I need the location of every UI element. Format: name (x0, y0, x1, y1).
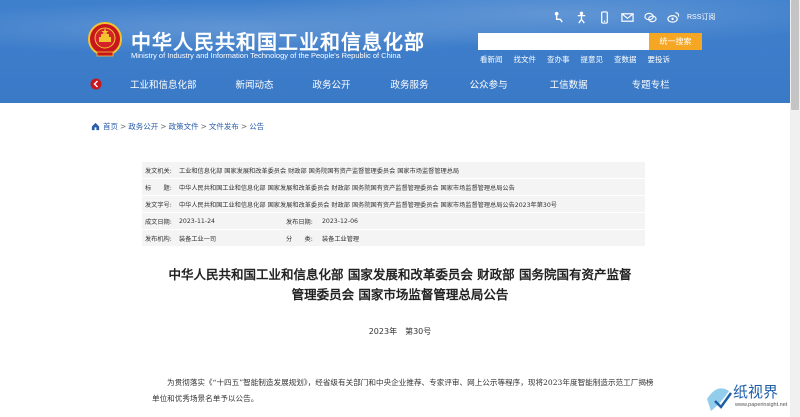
nav-item-miit[interactable]: 工业和信息化部 (130, 77, 197, 91)
breadcrumb-announcement[interactable]: 公告 (249, 121, 264, 132)
accessibility-icon[interactable] (570, 9, 592, 25)
document-number: 2023年 第30号 (368, 327, 432, 336)
breadcrumb-separator: > (120, 122, 127, 131)
document-info-table: 发文机关: 工业和信息化部 国家发展和改革委员会 财政部 国务院国有资产监督管理… (142, 162, 645, 247)
rss-link[interactable]: RSS订阅 (687, 12, 715, 22)
nav-item-services[interactable]: 政务服务 (391, 77, 429, 91)
quicklink-services[interactable]: 查办事 (547, 54, 570, 65)
info-row-dates: 成文日期: 2023-11-24 发布日期: 2023-12-06 (142, 213, 645, 230)
quicklink-news[interactable]: 看新闻 (480, 54, 503, 65)
breadcrumb: 首页 > 政务公开 > 政策文件 > 文件发布 > 公告 (91, 121, 264, 132)
home-icon (91, 122, 100, 131)
breadcrumb-public-affairs[interactable]: 政务公开 (128, 121, 158, 132)
search-input[interactable] (478, 33, 649, 50)
mobile-icon[interactable] (593, 9, 615, 25)
info-label: 发布日期: (286, 218, 313, 226)
breadcrumb-file-release[interactable]: 文件发布 (209, 121, 239, 132)
weibo-icon[interactable] (662, 9, 684, 25)
watermark-url: www.paperinsight.net (735, 402, 788, 408)
nav-item-topics[interactable]: 专题专栏 (632, 77, 670, 91)
info-label: 发布机构: (145, 235, 172, 243)
document-title: 中华人民共和国工业和信息化部 国家发展和改革委员会 财政部 国务院国有资产监督 … (120, 265, 680, 305)
nav-item-data[interactable]: 工信数据 (550, 77, 588, 91)
breadcrumb-separator: > (240, 122, 248, 131)
wheelchair-icon[interactable] (547, 9, 569, 25)
site-subtitle: Ministry of Industry and Information Tec… (131, 51, 401, 60)
scrollbar[interactable] (790, 0, 800, 417)
info-label: 成文日期: (145, 218, 172, 226)
scrollbar-thumb[interactable] (791, 0, 799, 110)
quicklink-complaint[interactable]: 要投诉 (648, 54, 671, 65)
document-title-line: 管理委员会 国家市场监督管理总局公告 (291, 287, 509, 302)
info-value: 中华人民共和国工业和信息化部 国家发展和改革委员会 财政部 国务院国有资产监督管… (179, 184, 515, 192)
info-value: 2023-12-06 (322, 217, 358, 225)
search-button[interactable]: 统一搜索 (649, 33, 702, 50)
wechat-icon[interactable] (639, 9, 661, 25)
info-row-issuer: 发文机关: 工业和信息化部 国家发展和改革委员会 财政部 国务院国有资产监督管理… (142, 162, 645, 179)
info-value: 2023-11-24 (179, 217, 215, 225)
national-emblem-icon (88, 22, 122, 57)
info-value: 工业和信息化部 国家发展和改革委员会 财政部 国务院国有资产监督管理委员会 国家… (179, 167, 460, 175)
watermark-text: 纸视界 (733, 383, 779, 401)
info-value: 中华人民共和国工业和信息化部 国家发展和改革委员会 财政部 国务院国有资产监督管… (179, 201, 557, 209)
mail-icon[interactable] (616, 9, 638, 25)
document-title-line: 中华人民共和国工业和信息化部 国家发展和改革委员会 财政部 国务院国有资产监督 (168, 267, 632, 282)
info-value: 装备工业管理 (322, 235, 360, 243)
quicklink-feedback[interactable]: 提意见 (581, 54, 604, 65)
breadcrumb-separator: > (200, 122, 207, 131)
breadcrumb-home[interactable]: 首页 (103, 121, 118, 132)
info-value: 装备工业一司 (179, 235, 217, 243)
info-row-title: 标 题: 中华人民共和国工业和信息化部 国家发展和改革委员会 财政部 国务院国有… (142, 179, 645, 196)
info-label: 发文字号: (145, 201, 172, 209)
info-row-docno: 发文字号: 中华人民共和国工业和信息化部 国家发展和改革委员会 财政部 国务院国… (142, 196, 645, 213)
breadcrumb-separator: > (160, 122, 167, 131)
quicklink-data[interactable]: 查数据 (614, 54, 637, 65)
nav-item-public-affairs[interactable]: 政务公开 (313, 77, 351, 91)
quick-links: 看新闻 找文件 查办事 提意见 查数据 要投诉 (480, 54, 681, 65)
header-tools: RSS订阅 (547, 9, 715, 25)
info-row-org: 发布机构: 装备工业一司 分 类: 装备工业管理 (142, 230, 645, 247)
back-arrow-icon[interactable] (90, 78, 102, 90)
quicklink-files[interactable]: 找文件 (514, 54, 537, 65)
nav-item-news[interactable]: 新闻动态 (236, 77, 274, 91)
site-header: 中华人民共和国工业和信息化部 Ministry of Industry and … (0, 0, 790, 103)
info-label: 标 题: (145, 184, 172, 192)
document-body: 为贯彻落实《“十四五”智能制造发展规划》，经省级有关部门和中央企业推荐、专家评审… (152, 378, 654, 403)
breadcrumb-policy-files[interactable]: 政策文件 (169, 121, 199, 132)
nav-item-participation[interactable]: 公众参与 (470, 77, 508, 91)
main-nav: 工业和信息化部 新闻动态 政务公开 政务服务 公众参与 工信数据 专题专栏 (130, 77, 670, 91)
info-label: 分 类: (286, 235, 313, 243)
info-label: 发文机关: (145, 167, 172, 175)
